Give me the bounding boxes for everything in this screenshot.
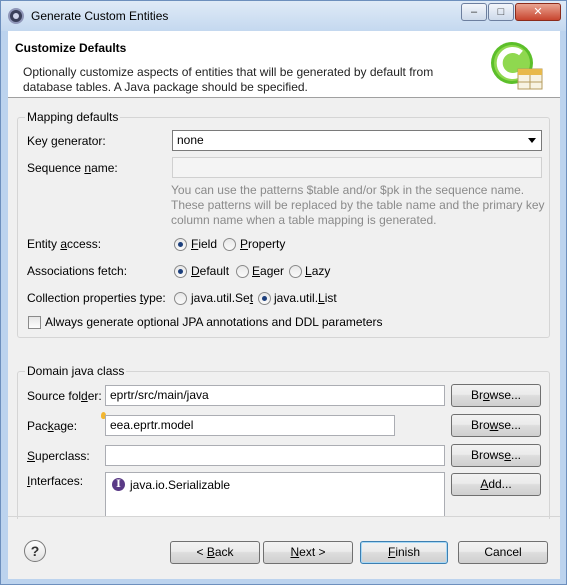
source-folder-label: Source folder: bbox=[27, 389, 102, 403]
entity-access-field-radio[interactable] bbox=[174, 238, 187, 251]
minimize-button[interactable]: – bbox=[461, 3, 487, 21]
collection-list-label[interactable]: java.util.List bbox=[274, 291, 337, 305]
page-title: Customize Defaults bbox=[15, 41, 127, 55]
fetch-lazy-label[interactable]: Lazy bbox=[305, 264, 330, 278]
domain-java-class-label: Domain java class bbox=[25, 364, 127, 378]
page-description: Optionally customize aspects of entities… bbox=[23, 65, 434, 94]
cancel-button[interactable]: Cancel bbox=[458, 541, 548, 564]
fetch-eager-label[interactable]: Eager bbox=[252, 264, 284, 278]
finish-button[interactable]: Finish bbox=[360, 541, 448, 564]
always-generate-label[interactable]: Always generate optional JPA annotations… bbox=[45, 315, 383, 329]
interfaces-list[interactable]: I java.io.Serializable bbox=[105, 472, 445, 516]
collection-set-radio[interactable] bbox=[174, 292, 187, 305]
jpa-entity-logo-icon bbox=[491, 42, 543, 90]
interface-icon: I bbox=[112, 478, 125, 491]
associations-fetch-label: Associations fetch: bbox=[27, 264, 128, 278]
fetch-lazy-radio[interactable] bbox=[289, 265, 302, 278]
sequence-name-label: Sequence name: bbox=[27, 161, 118, 175]
interface-name: java.io.Serializable bbox=[130, 478, 231, 492]
superclass-input[interactable] bbox=[105, 445, 445, 466]
package-input[interactable]: eea.eprtr.model bbox=[105, 415, 395, 436]
help-button[interactable]: ? bbox=[24, 540, 46, 562]
package-label: Package: bbox=[27, 419, 78, 433]
wizard-banner: Customize Defaults Optionally customize … bbox=[8, 31, 560, 98]
key-generator-select[interactable]: none bbox=[172, 130, 542, 151]
source-folder-browse-button[interactable]: Browse... bbox=[451, 384, 541, 407]
title-bar[interactable]: Generate Custom Entities – □ ✕ bbox=[1, 1, 566, 31]
entity-access-property-radio[interactable] bbox=[223, 238, 236, 251]
chevron-down-icon bbox=[525, 133, 539, 148]
entity-access-property-label[interactable]: Property bbox=[240, 237, 285, 251]
dialog-client: Customize Defaults Optionally customize … bbox=[8, 31, 560, 579]
window-title: Generate Custom Entities bbox=[31, 9, 169, 23]
always-generate-checkbox[interactable] bbox=[28, 316, 41, 329]
key-generator-label: Key generator: bbox=[27, 134, 106, 148]
footer-separator bbox=[8, 516, 560, 517]
superclass-label: Superclass: bbox=[27, 449, 90, 463]
interfaces-label: Interfaces: bbox=[27, 474, 84, 488]
sequence-name-hint: You can use the patterns $table and/or $… bbox=[171, 183, 545, 227]
fetch-default-label[interactable]: Default bbox=[191, 264, 229, 278]
back-button[interactable]: < Back bbox=[170, 541, 260, 564]
superclass-browse-button[interactable]: Browse... bbox=[451, 444, 541, 467]
fetch-eager-radio[interactable] bbox=[236, 265, 249, 278]
entity-access-label: Entity access: bbox=[27, 237, 102, 251]
entity-access-field-label[interactable]: Field bbox=[191, 237, 217, 251]
package-browse-button[interactable]: Browse... bbox=[451, 414, 541, 437]
dialog-window: Generate Custom Entities – □ ✕ Customize… bbox=[0, 0, 567, 585]
mapping-defaults-label: Mapping defaults bbox=[25, 110, 121, 124]
collection-type-label: Collection properties type: bbox=[27, 291, 166, 305]
maximize-button[interactable]: □ bbox=[488, 3, 514, 21]
collection-set-label[interactable]: java.util.Set bbox=[191, 291, 253, 305]
close-button[interactable]: ✕ bbox=[515, 3, 561, 21]
sequence-name-input[interactable] bbox=[172, 157, 542, 178]
fetch-default-radio[interactable] bbox=[174, 265, 187, 278]
next-button[interactable]: Next > bbox=[263, 541, 353, 564]
interfaces-add-button[interactable]: Add... bbox=[451, 473, 541, 496]
collection-list-radio[interactable] bbox=[258, 292, 271, 305]
eclipse-icon bbox=[8, 8, 24, 24]
source-folder-input[interactable]: eprtr/src/main/java bbox=[105, 385, 445, 406]
